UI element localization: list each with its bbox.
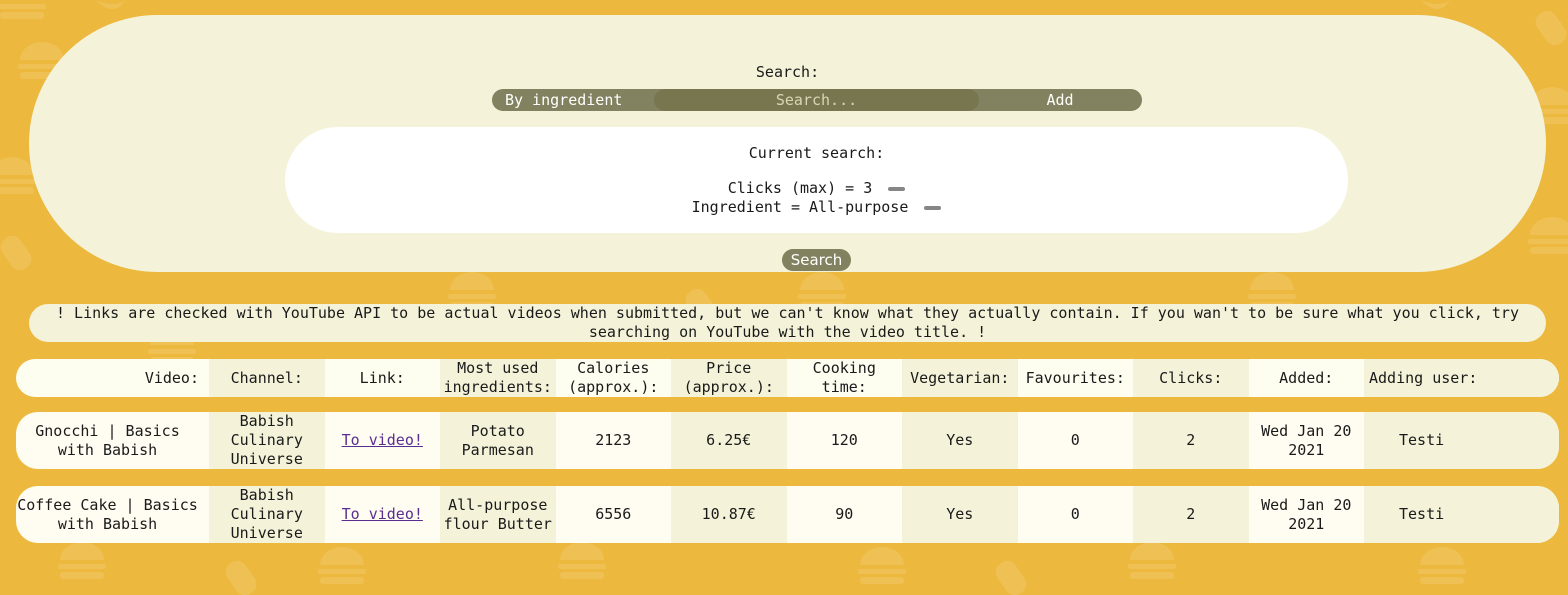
notice-banner: ! Links are checked with YouTube API to … xyxy=(29,304,1546,342)
table-row: Gnocchi | Basics with Babish Babish Culi… xyxy=(16,412,1559,469)
cell-favourites: 0 xyxy=(1070,431,1080,449)
header-calories: Calories (approx.): xyxy=(568,359,659,396)
search-bar: By ingredient Add xyxy=(492,89,1142,111)
cell-price: 10.87€ xyxy=(671,486,787,543)
cell-favourites: 0 xyxy=(1070,505,1080,523)
cell-added: Wed Jan 20 2021 xyxy=(1261,421,1352,459)
video-link[interactable]: To video! xyxy=(342,505,423,524)
search-input[interactable] xyxy=(654,89,979,111)
header-added: Added: xyxy=(1279,368,1334,387)
search-button[interactable]: Search xyxy=(782,249,851,271)
current-search-box: Current search: Clicks (max) = 3 Ingredi… xyxy=(285,127,1348,233)
cell-cooking-time: 90 xyxy=(835,505,854,523)
cell-link: To video! xyxy=(325,412,441,469)
cell-adding-user: Testi xyxy=(1364,486,1559,543)
search-title: Search: xyxy=(755,63,820,81)
search-mode-select[interactable]: By ingredient xyxy=(505,91,622,109)
cell-channel: Babish Culinary Universe xyxy=(209,412,325,469)
cell-ingredients: All-purpose flour Butter xyxy=(440,486,556,543)
header-clicks: Clicks: xyxy=(1133,359,1249,397)
header-cooking-time: Cooking time: xyxy=(812,359,876,396)
header-favourites: Favourites: xyxy=(1025,368,1125,387)
header-link: Link: xyxy=(359,368,405,387)
criterion-item: Clicks (max) = 3 xyxy=(285,179,1348,198)
cell-calories: 2123 xyxy=(595,431,632,449)
header-vegetarian: Vegetarian: xyxy=(902,359,1018,397)
table-header: Video: Channel: Link: Most used ingredie… xyxy=(16,359,1559,397)
current-search-title: Current search: xyxy=(748,144,885,162)
cell-clicks: 2 xyxy=(1133,412,1249,469)
table-row: Coffee Cake | Basics with Babish Babish … xyxy=(16,486,1559,543)
header-ingredients: Most used ingredients: xyxy=(440,359,556,397)
cell-cooking-time: 120 xyxy=(830,431,858,449)
cell-clicks: 2 xyxy=(1133,486,1249,543)
cell-channel: Babish Culinary Universe xyxy=(209,486,325,543)
header-channel: Channel: xyxy=(209,359,325,397)
search-panel: Search: By ingredient Add Current search… xyxy=(29,15,1546,272)
cell-link: To video! xyxy=(325,486,441,543)
criteria-list: Clicks (max) = 3 Ingredient = All-purpos… xyxy=(285,179,1348,217)
cell-vegetarian: Yes xyxy=(902,412,1018,469)
cell-added: Wed Jan 20 2021 xyxy=(1261,495,1352,533)
remove-criterion-icon[interactable] xyxy=(888,186,906,191)
header-adding-user: Adding user: xyxy=(1364,359,1559,397)
criterion-label: Ingredient = All-purpose xyxy=(691,198,909,216)
cell-video: Gnocchi | Basics with Babish xyxy=(35,421,180,459)
criterion-label: Clicks (max) = 3 xyxy=(727,179,873,197)
remove-criterion-icon[interactable] xyxy=(924,205,942,210)
cell-adding-user: Testi xyxy=(1364,412,1559,469)
cell-calories: 6556 xyxy=(595,505,632,523)
criterion-item: Ingredient = All-purpose xyxy=(285,198,1348,217)
cell-video: Coffee Cake | Basics with Babish xyxy=(17,495,198,533)
add-criterion-button[interactable]: Add xyxy=(1030,89,1090,111)
header-video: Video: xyxy=(144,368,199,387)
header-price: Price (approx.): xyxy=(671,359,787,397)
cell-vegetarian: Yes xyxy=(902,486,1018,543)
video-link[interactable]: To video! xyxy=(342,431,423,450)
cell-price: 6.25€ xyxy=(671,412,787,469)
cell-ingredients: Potato Parmesan xyxy=(440,412,556,469)
